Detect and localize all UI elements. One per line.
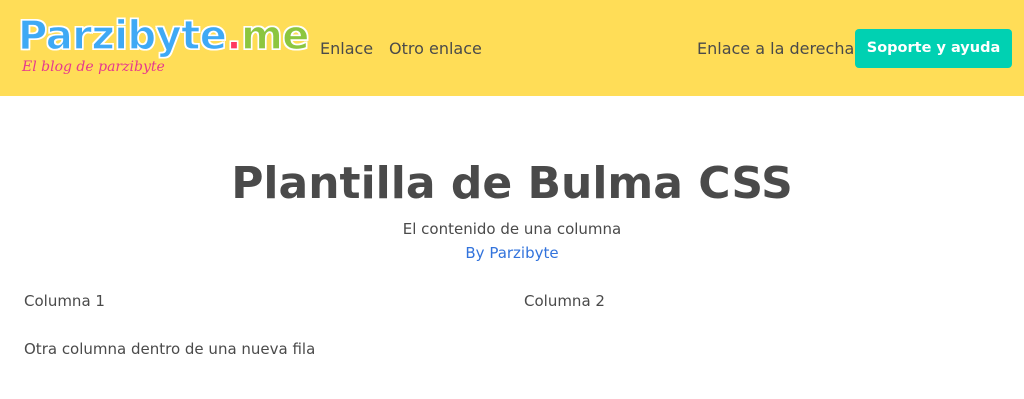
column-new-row: Otra columna dentro de una nueva fila <box>24 340 316 358</box>
logo-tagline: El blog de parzibyte <box>22 59 165 75</box>
column-2: Columna 2 <box>524 292 605 310</box>
nav-link-enlace[interactable]: Enlace <box>320 38 373 60</box>
logo-tld-text: me <box>241 12 311 59</box>
support-button[interactable]: Soporte y ayuda <box>855 29 1012 68</box>
column-1: Columna 1 <box>24 292 105 310</box>
logo-main-text: Parzibyte <box>17 12 227 59</box>
logo-dot: . <box>226 12 242 59</box>
page-title: Plantilla de Bulma CSS <box>231 158 793 209</box>
author-link[interactable]: By Parzibyte <box>465 244 558 262</box>
nav-link-right[interactable]: Enlace a la derecha <box>697 38 854 60</box>
navbar: Parzibyte.me El blog de parzibyte Enlace… <box>0 0 1024 96</box>
page-subtitle: El contenido de una columna <box>402 220 622 238</box>
logo-title: Parzibyte.me <box>17 12 311 60</box>
brand-logo[interactable]: Parzibyte.me El blog de parzibyte <box>17 12 310 78</box>
nav-link-otro-enlace[interactable]: Otro enlace <box>389 38 482 60</box>
